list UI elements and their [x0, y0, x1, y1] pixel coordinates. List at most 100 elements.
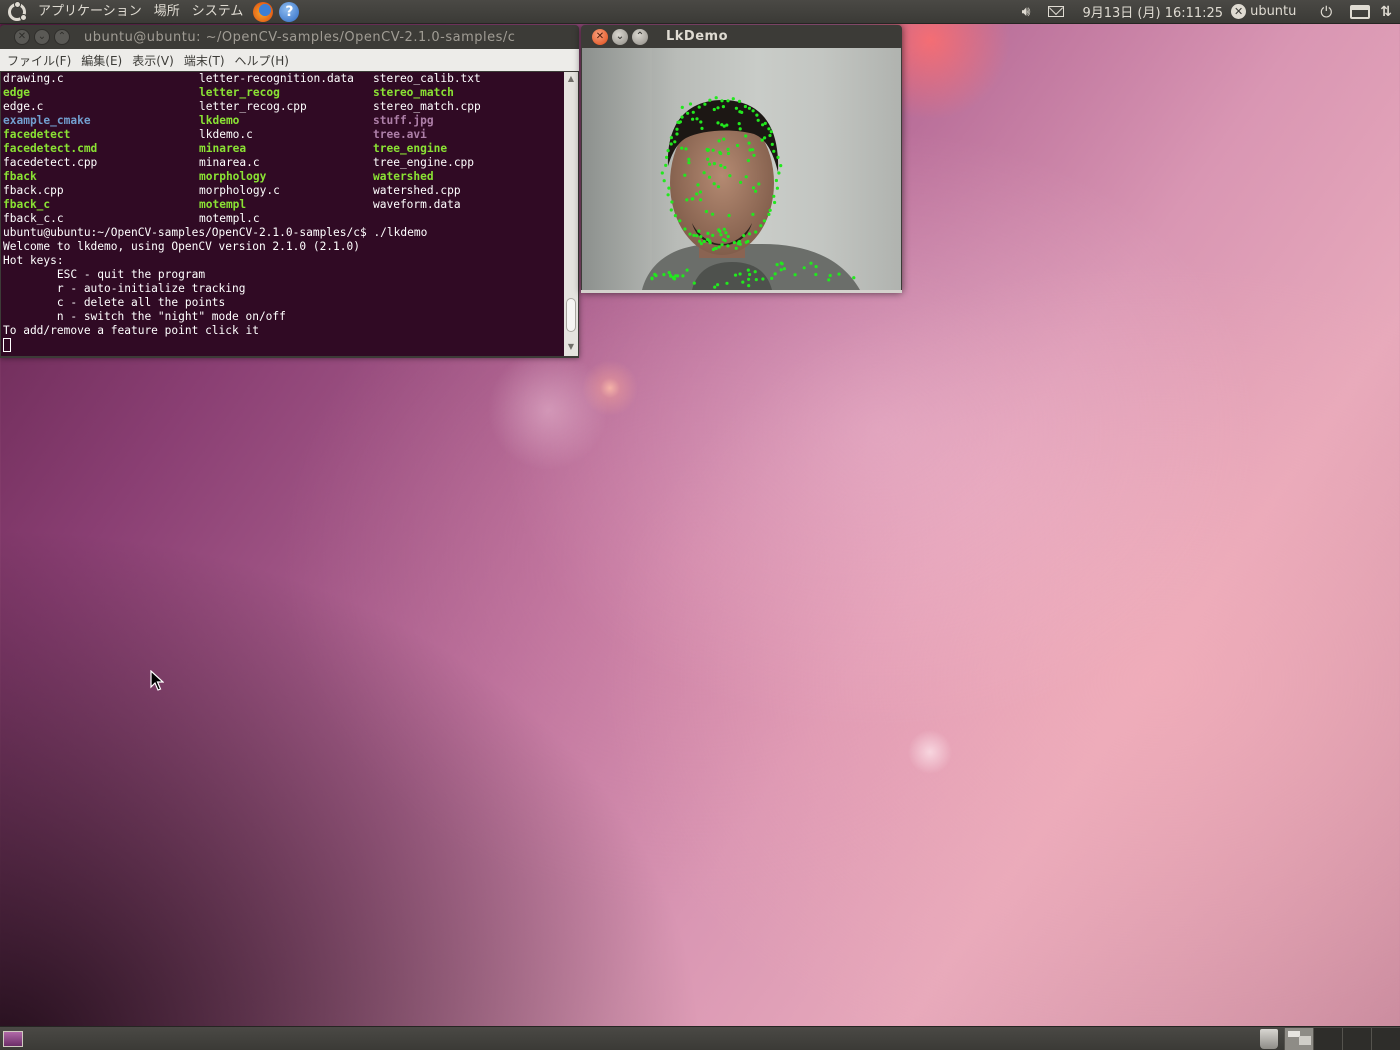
- feature-point[interactable]: [827, 278, 831, 282]
- feature-point[interactable]: [762, 219, 766, 223]
- feature-point[interactable]: [662, 179, 666, 183]
- feature-point[interactable]: [747, 106, 751, 110]
- feature-point[interactable]: [719, 163, 723, 168]
- feature-point[interactable]: [696, 183, 700, 187]
- feature-point[interactable]: [688, 232, 692, 236]
- feature-point[interactable]: [712, 107, 716, 112]
- menu-help[interactable]: ヘルプ(H): [230, 52, 294, 69]
- show-desktop-icon[interactable]: [3, 1030, 23, 1047]
- workspace-2[interactable]: [1313, 1027, 1342, 1050]
- feature-point[interactable]: [712, 162, 716, 166]
- feature-point[interactable]: [712, 182, 716, 186]
- feature-point[interactable]: [702, 239, 706, 244]
- feature-point[interactable]: [734, 106, 738, 110]
- feature-point[interactable]: [695, 117, 699, 121]
- feature-point[interactable]: [837, 272, 841, 276]
- feature-point[interactable]: [711, 247, 715, 252]
- feature-point[interactable]: [756, 118, 760, 122]
- feature-point[interactable]: [686, 111, 690, 115]
- feature-point[interactable]: [703, 102, 707, 106]
- feature-point[interactable]: [699, 242, 703, 246]
- power-icon[interactable]: ⏻: [1308, 3, 1344, 21]
- feature-point[interactable]: [814, 272, 818, 277]
- menu-file[interactable]: ファイル(F): [2, 52, 76, 69]
- feature-point[interactable]: [725, 281, 729, 285]
- feature-point[interactable]: [802, 266, 806, 270]
- feature-point[interactable]: [667, 186, 671, 190]
- feature-point[interactable]: [699, 120, 703, 124]
- feature-point[interactable]: [673, 140, 677, 144]
- feature-point[interactable]: [708, 162, 712, 166]
- feature-point[interactable]: [717, 245, 721, 249]
- feature-point[interactable]: [677, 120, 681, 125]
- feature-point[interactable]: [738, 127, 742, 131]
- feature-point[interactable]: [726, 244, 730, 248]
- feature-point[interactable]: [672, 276, 676, 280]
- feature-point[interactable]: [777, 171, 781, 175]
- feature-point[interactable]: [714, 96, 718, 100]
- feature-point[interactable]: [670, 200, 674, 204]
- feature-point[interactable]: [680, 146, 684, 150]
- feature-point[interactable]: [769, 130, 773, 134]
- clock[interactable]: 9月13日 (月) 16:11:25: [1074, 2, 1231, 21]
- feature-point[interactable]: [757, 182, 761, 186]
- feature-point[interactable]: [681, 274, 685, 278]
- feature-point[interactable]: [752, 153, 756, 157]
- menu-places[interactable]: 場所: [148, 0, 186, 24]
- feature-point[interactable]: [691, 110, 695, 114]
- feature-point[interactable]: [695, 192, 699, 196]
- feature-point[interactable]: [673, 214, 677, 218]
- feature-point[interactable]: [713, 285, 717, 289]
- firefox-icon[interactable]: [253, 1, 274, 22]
- feature-point[interactable]: [852, 276, 856, 280]
- terminal-titlebar[interactable]: ✕ ⌄ ⌃ ubuntu@ubuntu: ~/OpenCV-samples/Op…: [0, 25, 579, 49]
- feature-point[interactable]: [779, 164, 783, 168]
- minimize-icon[interactable]: ⌄: [612, 28, 628, 45]
- close-icon[interactable]: ✕: [592, 28, 608, 45]
- feature-point[interactable]: [726, 151, 731, 156]
- feature-point[interactable]: [755, 113, 759, 117]
- maximize-icon[interactable]: ⌃: [54, 29, 70, 45]
- feature-point[interactable]: [747, 141, 751, 145]
- minimize-icon[interactable]: ⌄: [34, 29, 50, 45]
- feature-point[interactable]: [775, 186, 779, 190]
- feature-point[interactable]: [770, 142, 774, 146]
- feature-point[interactable]: [722, 137, 726, 141]
- feature-point[interactable]: [716, 283, 720, 287]
- feature-point[interactable]: [708, 98, 712, 102]
- workspace-3[interactable]: [1342, 1027, 1371, 1050]
- feature-point[interactable]: [748, 272, 752, 277]
- feature-point[interactable]: [698, 190, 702, 194]
- feature-point[interactable]: [706, 157, 710, 161]
- feature-point[interactable]: [747, 232, 752, 236]
- menu-edit[interactable]: 編集(E): [76, 52, 127, 69]
- feature-point[interactable]: [760, 138, 764, 142]
- feature-point[interactable]: [779, 268, 783, 272]
- feature-point[interactable]: [728, 174, 732, 178]
- feature-point[interactable]: [773, 200, 777, 205]
- feature-point[interactable]: [680, 105, 684, 109]
- terminal-output[interactable]: drawing.c letter-recognition.data stereo_c…: [1, 72, 564, 356]
- feature-point[interactable]: [747, 284, 751, 288]
- feature-point[interactable]: [700, 126, 704, 130]
- feature-point[interactable]: [743, 104, 747, 109]
- feature-point[interactable]: [828, 273, 832, 278]
- feature-point[interactable]: [683, 227, 687, 231]
- username[interactable]: ubuntu: [1250, 4, 1308, 19]
- feature-point[interactable]: [721, 105, 725, 109]
- feature-point[interactable]: [692, 281, 696, 285]
- feature-point[interactable]: [685, 268, 689, 272]
- feature-point[interactable]: [707, 175, 712, 179]
- ubuntu-logo-icon[interactable]: [8, 0, 27, 21]
- feature-point[interactable]: [706, 237, 710, 242]
- feature-point[interactable]: [669, 136, 673, 140]
- feature-point[interactable]: [747, 277, 751, 281]
- feature-point[interactable]: [650, 276, 654, 280]
- feature-point[interactable]: [688, 102, 693, 106]
- feature-point[interactable]: [691, 117, 695, 121]
- feature-point[interactable]: [742, 234, 746, 238]
- feature-point[interactable]: [727, 213, 731, 218]
- feature-point[interactable]: [726, 234, 730, 239]
- workspace-1[interactable]: [1284, 1027, 1313, 1050]
- feature-point[interactable]: [737, 99, 742, 103]
